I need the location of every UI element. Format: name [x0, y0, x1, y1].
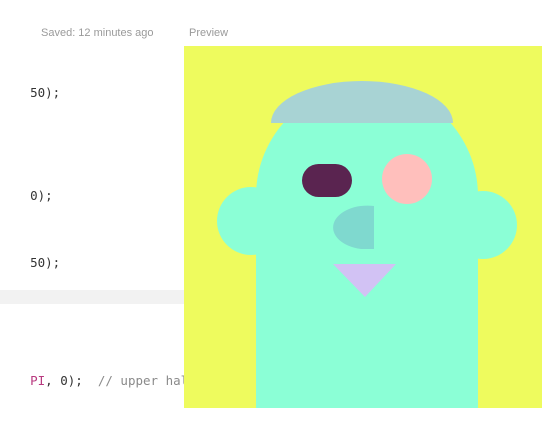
saved-status: Saved: 12 minutes ago — [41, 27, 154, 39]
code-comment: // upper half — [97, 373, 184, 388]
left-eye — [302, 164, 352, 197]
preview-canvas[interactable] — [184, 46, 542, 408]
code-line[interactable]: 50); — [0, 70, 60, 115]
code-line[interactable]: PI, 0); // upper half — [0, 358, 184, 403]
current-line-highlight — [0, 290, 184, 304]
code-keyword: PI — [30, 373, 46, 388]
code-line[interactable]: 50); — [0, 240, 60, 285]
code-editor[interactable]: Saved: 12 minutes ago 50); 0); 50); PI, … — [0, 0, 184, 432]
code-text: 50); — [30, 255, 61, 270]
code-line[interactable]: 0); — [0, 173, 53, 218]
code-text: 0); — [30, 188, 53, 203]
preview-label: Preview — [189, 27, 229, 39]
right-eye — [382, 154, 432, 204]
preview-drawing — [184, 46, 542, 408]
code-text: 50); — [30, 85, 61, 100]
code-text: , 0); — [45, 373, 98, 388]
